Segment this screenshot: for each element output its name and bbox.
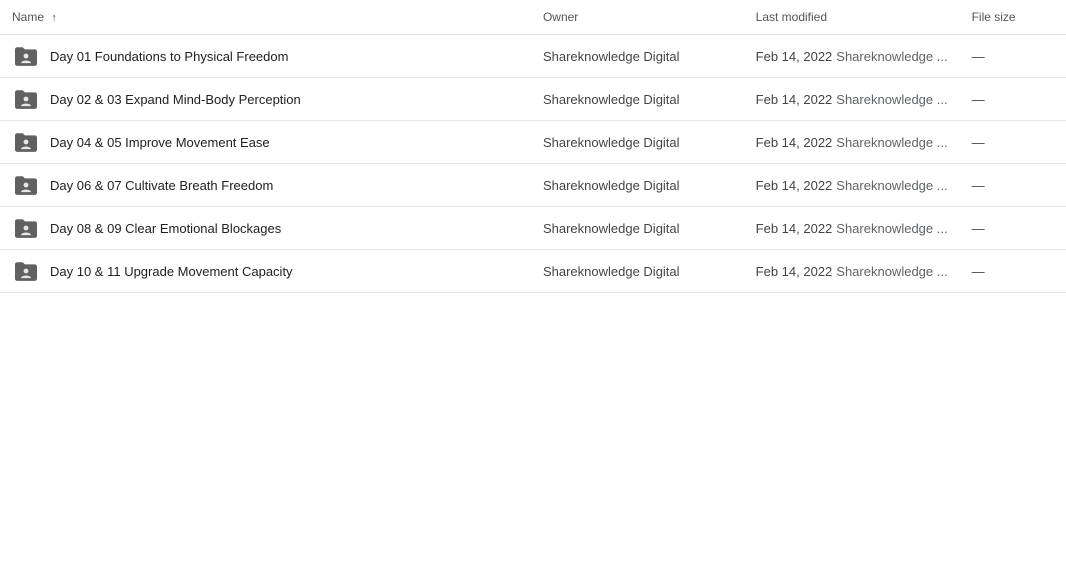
table-row[interactable]: Day 02 & 03 Expand Mind-Body Perception …	[0, 78, 1066, 121]
table-row[interactable]: Day 01 Foundations to Physical Freedom S…	[0, 35, 1066, 78]
folder-shared-icon	[12, 131, 40, 153]
file-list-table: Name ↑ Owner Last modified File size	[0, 0, 1066, 293]
modified-date: Feb 14, 2022	[756, 178, 833, 193]
file-name: Day 01 Foundations to Physical Freedom	[50, 49, 288, 64]
name-column-header[interactable]: Name ↑	[0, 0, 531, 35]
owner-cell: Shareknowledge Digital	[531, 35, 744, 78]
owner-cell: Shareknowledge Digital	[531, 207, 744, 250]
owner-cell: Shareknowledge Digital	[531, 250, 744, 293]
modified-user: Shareknowledge ...	[836, 221, 947, 236]
modified-cell: Feb 14, 2022Shareknowledge ...	[744, 164, 960, 207]
size-column-header: File size	[960, 0, 1066, 35]
name-label: Name	[12, 10, 44, 24]
modified-user: Shareknowledge ...	[836, 92, 947, 107]
folder-shared-icon	[12, 45, 40, 67]
folder-shared-icon	[12, 88, 40, 110]
table-row[interactable]: Day 10 & 11 Upgrade Movement Capacity Sh…	[0, 250, 1066, 293]
table-row[interactable]: Day 06 & 07 Cultivate Breath Freedom Sha…	[0, 164, 1066, 207]
file-name: Day 02 & 03 Expand Mind-Body Perception	[50, 92, 301, 107]
file-name: Day 06 & 07 Cultivate Breath Freedom	[50, 178, 273, 193]
name-cell[interactable]: Day 01 Foundations to Physical Freedom	[0, 35, 531, 78]
name-cell[interactable]: Day 02 & 03 Expand Mind-Body Perception	[0, 78, 531, 121]
modified-column-header: Last modified	[744, 0, 960, 35]
table-row[interactable]: Day 08 & 09 Clear Emotional Blockages Sh…	[0, 207, 1066, 250]
modified-date: Feb 14, 2022	[756, 264, 833, 279]
owner-column-header: Owner	[531, 0, 744, 35]
modified-user: Shareknowledge ...	[836, 49, 947, 64]
modified-date: Feb 14, 2022	[756, 135, 833, 150]
name-cell[interactable]: Day 08 & 09 Clear Emotional Blockages	[0, 207, 531, 250]
modified-cell: Feb 14, 2022Shareknowledge ...	[744, 121, 960, 164]
modified-cell: Feb 14, 2022Shareknowledge ...	[744, 207, 960, 250]
modified-user: Shareknowledge ...	[836, 178, 947, 193]
table-row[interactable]: Day 04 & 05 Improve Movement Ease Sharek…	[0, 121, 1066, 164]
modified-date: Feb 14, 2022	[756, 221, 833, 236]
name-cell[interactable]: Day 04 & 05 Improve Movement Ease	[0, 121, 531, 164]
modified-user: Shareknowledge ...	[836, 264, 947, 279]
owner-cell: Shareknowledge Digital	[531, 78, 744, 121]
size-cell: —	[960, 121, 1066, 164]
size-cell: —	[960, 35, 1066, 78]
sort-icon: ↑	[51, 12, 57, 24]
file-name: Day 04 & 05 Improve Movement Ease	[50, 135, 270, 150]
size-cell: —	[960, 207, 1066, 250]
modified-cell: Feb 14, 2022Shareknowledge ...	[744, 78, 960, 121]
modified-cell: Feb 14, 2022Shareknowledge ...	[744, 35, 960, 78]
folder-shared-icon	[12, 217, 40, 239]
modified-date: Feb 14, 2022	[756, 49, 833, 64]
modified-user: Shareknowledge ...	[836, 135, 947, 150]
folder-shared-icon	[12, 260, 40, 282]
file-name: Day 08 & 09 Clear Emotional Blockages	[50, 221, 281, 236]
folder-shared-icon	[12, 174, 40, 196]
size-cell: —	[960, 78, 1066, 121]
name-cell[interactable]: Day 10 & 11 Upgrade Movement Capacity	[0, 250, 531, 293]
owner-cell: Shareknowledge Digital	[531, 121, 744, 164]
modified-cell: Feb 14, 2022Shareknowledge ...	[744, 250, 960, 293]
modified-date: Feb 14, 2022	[756, 92, 833, 107]
file-name: Day 10 & 11 Upgrade Movement Capacity	[50, 264, 293, 279]
owner-cell: Shareknowledge Digital	[531, 164, 744, 207]
size-cell: —	[960, 250, 1066, 293]
size-cell: —	[960, 164, 1066, 207]
name-cell[interactable]: Day 06 & 07 Cultivate Breath Freedom	[0, 164, 531, 207]
